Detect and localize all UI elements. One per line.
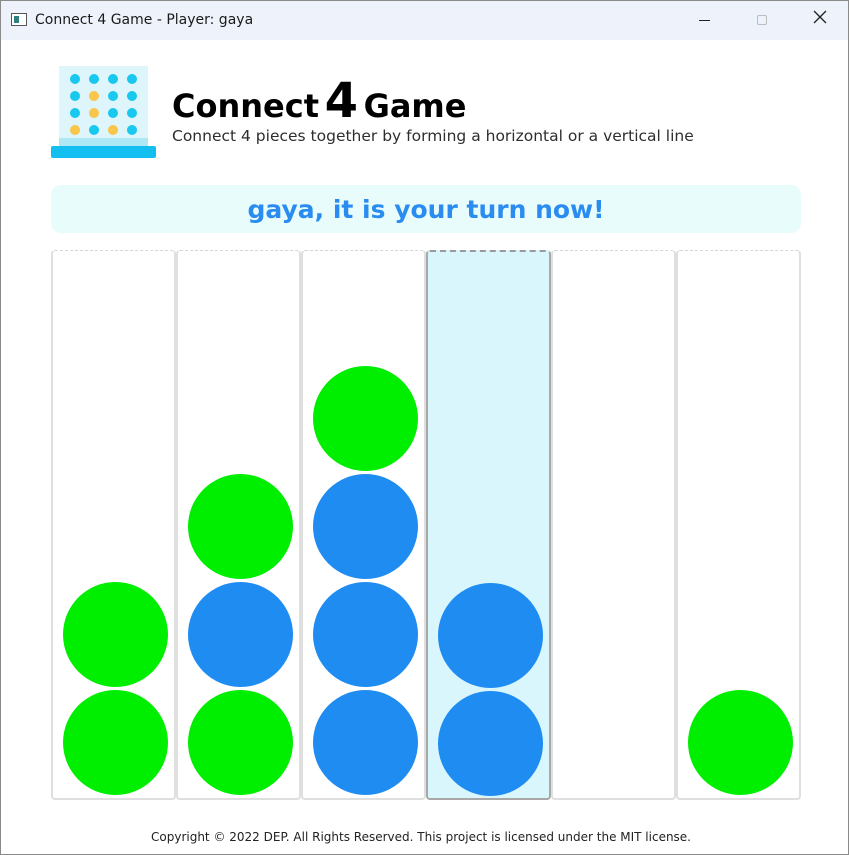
title-word-connect: Connect: [172, 87, 319, 125]
app-window-icon: [11, 13, 27, 26]
connect-four-logo-icon: [51, 66, 156, 158]
page-subtitle: Connect 4 pieces together by forming a h…: [172, 127, 694, 145]
minimize-button[interactable]: [675, 1, 733, 40]
blue-disc: [313, 582, 418, 687]
game-board: [51, 250, 801, 800]
window-title: Connect 4 Game - Player: gaya: [35, 12, 254, 28]
board-column-4[interactable]: [426, 250, 551, 800]
title-word-game: Game: [363, 87, 467, 125]
app-window: Connect 4 Game - Player: gaya Connect 4 …: [0, 0, 849, 855]
green-disc: [188, 474, 293, 579]
green-disc: [63, 582, 168, 687]
board-column-2[interactable]: [176, 250, 301, 800]
maximize-button[interactable]: [733, 1, 791, 40]
board-column-5[interactable]: [551, 250, 676, 800]
green-disc: [688, 690, 793, 795]
blue-disc: [438, 583, 543, 688]
close-icon: [813, 10, 827, 24]
green-disc: [313, 366, 418, 471]
green-disc: [63, 690, 168, 795]
blue-disc: [313, 474, 418, 579]
maximize-icon: [757, 15, 767, 25]
blue-disc: [438, 691, 543, 796]
minimize-icon: [699, 20, 710, 21]
green-disc: [188, 690, 293, 795]
turn-status-banner: gaya, it is your turn now!: [51, 185, 801, 233]
board-column-1[interactable]: [51, 250, 176, 800]
board-column-6[interactable]: [676, 250, 801, 800]
page-title: Connect 4 Game: [172, 77, 694, 125]
blue-disc: [188, 582, 293, 687]
blue-disc: [313, 690, 418, 795]
title-number: 4: [324, 73, 358, 129]
close-button[interactable]: [791, 1, 848, 40]
title-bar[interactable]: Connect 4 Game - Player: gaya: [1, 1, 848, 40]
board-column-3[interactable]: [301, 250, 426, 800]
title-block: Connect 4 Game Connect 4 pieces together…: [172, 77, 694, 145]
footer-copyright: Copyright © 2022 DEP. All Rights Reserve…: [151, 830, 691, 844]
turn-status-text: gaya, it is your turn now!: [247, 194, 605, 224]
